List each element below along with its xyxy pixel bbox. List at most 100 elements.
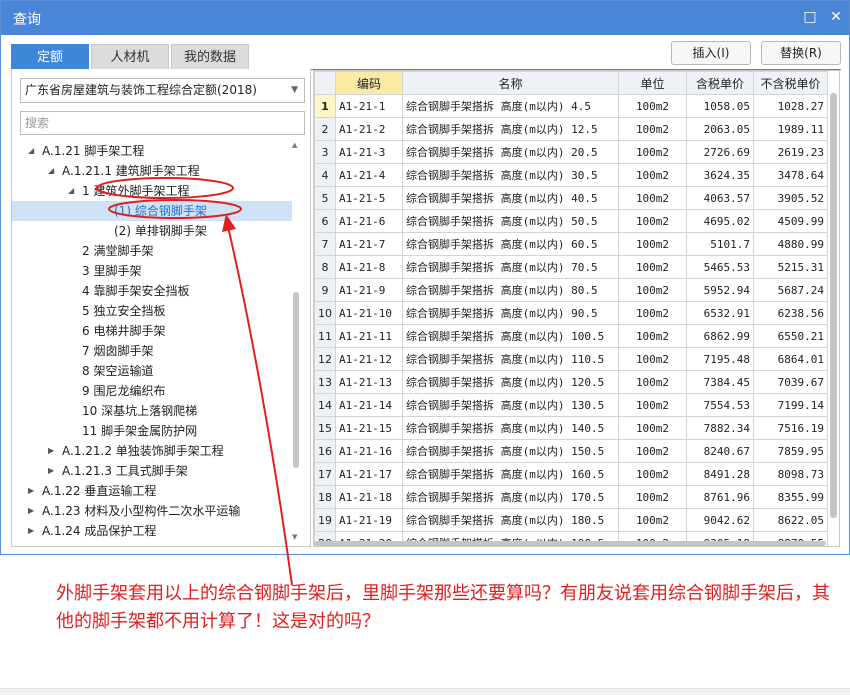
table-row[interactable]: 7 A1-21-7 综合钢脚手架搭拆 高度(m以内) 60.5 100m2 5101.7… [314, 232, 828, 256]
table-row[interactable]: 6 A1-21-6 综合钢脚手架搭拆 高度(m以内) 50.5 100m2 4695.0… [314, 209, 828, 233]
tree-node-label: A.1.21.3 工具式脚手架 [62, 464, 188, 478]
tree-node-label: 5 独立安全挡板 [82, 304, 166, 318]
tax-price-cell: 9042.62 [686, 508, 754, 532]
close-icon[interactable]: ✕ [827, 8, 845, 26]
tree-node[interactable]: 10 深基坑上落钢爬梯 [12, 401, 292, 421]
tree-node[interactable]: 3 里脚手架 [12, 261, 292, 281]
code-cell: A1-21-8 [335, 255, 403, 279]
notax-price-cell: 1028.27 [753, 94, 828, 118]
code-cell: A1-21-17 [335, 462, 403, 486]
table-row[interactable]: 14 A1-21-14 综合钢脚手架搭拆 高度(m以内) 130.5 100m2 755… [314, 393, 828, 417]
collapse-triangle-icon[interactable]: ▶ [28, 501, 38, 521]
table-row[interactable]: 11 A1-21-11 综合钢脚手架搭拆 高度(m以内) 100.5 100m2 686… [314, 324, 828, 348]
tax-price-cell: 4695.02 [686, 209, 754, 233]
tax-price-cell: 8491.28 [686, 462, 754, 486]
quota-table: 编码 名称 单位 含税单价 不含税单价 1 A1-21-1 综合钢脚手架搭拆 高度(… [314, 71, 828, 546]
tree-node[interactable]: 2 满堂脚手架 [12, 241, 292, 261]
insert-button[interactable]: 插入(I) [671, 41, 751, 65]
tree-node-label: 6 电梯井脚手架 [82, 324, 166, 338]
code-cell: A1-21-1 [335, 94, 403, 118]
scroll-down-icon[interactable]: ▼ [292, 533, 297, 541]
tree-node[interactable]: ▶ A.1.21.3 工具式脚手架 [12, 461, 292, 481]
table-row[interactable]: 5 A1-21-5 综合钢脚手架搭拆 高度(m以内) 40.5 100m2 4063.5… [314, 186, 828, 210]
tab-labor-material-machine[interactable]: 人材机 [91, 44, 169, 70]
tax-price-cell: 7554.53 [686, 393, 754, 417]
table-row[interactable]: 9 A1-21-9 综合钢脚手架搭拆 高度(m以内) 80.5 100m2 5952.9… [314, 278, 828, 302]
title-bar[interactable]: 查询 □ ✕ [1, 1, 849, 35]
table-row[interactable]: 2 A1-21-2 综合钢脚手架搭拆 高度(m以内) 12.5 100m2 2063.0… [314, 117, 828, 141]
table-row[interactable]: 17 A1-21-17 综合钢脚手架搭拆 高度(m以内) 160.5 100m2 849… [314, 462, 828, 486]
grid-scrollbar[interactable] [828, 71, 839, 541]
header-notax-price[interactable]: 不含税单价 [753, 71, 828, 95]
tree-node[interactable]: 7 烟囱脚手架 [12, 341, 292, 361]
header-code[interactable]: 编码 [335, 71, 403, 95]
grid-hscrollbar[interactable] [314, 540, 826, 547]
tree-node[interactable]: ◢ 1 建筑外脚手架工程 [12, 181, 292, 201]
expand-triangle-icon[interactable]: ◢ [28, 141, 38, 161]
tree-node[interactable]: 4 靠脚手架安全挡板 [12, 281, 292, 301]
search-input[interactable]: 搜索 [20, 111, 305, 135]
header-name[interactable]: 名称 [402, 71, 619, 95]
expand-triangle-icon[interactable]: ◢ [68, 181, 78, 201]
table-row[interactable]: 10 A1-21-10 综合钢脚手架搭拆 高度(m以内) 90.5 100m2 6532… [314, 301, 828, 325]
table-row[interactable]: 19 A1-21-19 综合钢脚手架搭拆 高度(m以内) 180.5 100m2 904… [314, 508, 828, 532]
collapse-triangle-icon[interactable]: ▶ [48, 461, 58, 481]
notax-price-cell: 3478.64 [753, 163, 828, 187]
table-row[interactable]: 18 A1-21-18 综合钢脚手架搭拆 高度(m以内) 170.5 100m2 876… [314, 485, 828, 509]
tree-node[interactable]: 8 架空运输道 [12, 361, 292, 381]
unit-cell: 100m2 [618, 508, 687, 532]
table-row[interactable]: 8 A1-21-8 综合钢脚手架搭拆 高度(m以内) 70.5 100m2 5465.5… [314, 255, 828, 279]
header-unit[interactable]: 单位 [618, 71, 687, 95]
replace-button[interactable]: 替换(R) [761, 41, 841, 65]
name-cell: 综合钢脚手架搭拆 高度(m以内) 180.5 [402, 508, 619, 532]
code-cell: A1-21-4 [335, 163, 403, 187]
table-row[interactable]: 4 A1-21-4 综合钢脚手架搭拆 高度(m以内) 30.5 100m2 3624.3… [314, 163, 828, 187]
grid-hscroll-thumb[interactable] [314, 541, 826, 546]
tree-node[interactable]: ◢ A.1.21 脚手架工程 [12, 141, 292, 161]
table-row[interactable]: 3 A1-21-3 综合钢脚手架搭拆 高度(m以内) 20.5 100m2 2726.6… [314, 140, 828, 164]
table-row[interactable]: 1 A1-21-1 综合钢脚手架搭拆 高度(m以内) 4.5 100m2 1058.05… [314, 94, 828, 118]
unit-cell: 100m2 [618, 485, 687, 509]
collapse-triangle-icon[interactable]: ▶ [48, 441, 58, 461]
tree-node-label: A.1.22 垂直运输工程 [42, 484, 157, 498]
grid-scroll-thumb[interactable] [830, 93, 837, 518]
tree-node[interactable]: 9 围尼龙编织布 [12, 381, 292, 401]
table-row[interactable]: 12 A1-21-12 综合钢脚手架搭拆 高度(m以内) 110.5 100m2 719… [314, 347, 828, 371]
tree-node[interactable]: 6 电梯井脚手架 [12, 321, 292, 341]
code-cell: A1-21-7 [335, 232, 403, 256]
table-row[interactable]: 16 A1-21-16 综合钢脚手架搭拆 高度(m以内) 150.5 100m2 824… [314, 439, 828, 463]
collapse-triangle-icon[interactable]: ▶ [28, 541, 38, 543]
tree-node-label: 2 满堂脚手架 [82, 244, 154, 258]
row-number-cell: 14 [314, 393, 336, 417]
tree-node[interactable]: ◢ A.1.21.1 建筑脚手架工程 [12, 161, 292, 181]
restore-icon[interactable]: □ [801, 8, 819, 26]
tree-node[interactable]: ▶ A.1.21.2 单独装饰脚手架工程 [12, 441, 292, 461]
annotation-question: 外脚手架套用以上的综合钢脚手架后，里脚手架那些还要算吗？有朋友说套用综合钢脚手架… [56, 583, 830, 632]
tree-node[interactable]: 11 脚手架金属防护网 [12, 421, 292, 441]
unit-cell: 100m2 [618, 416, 687, 440]
tree-node[interactable]: (2) 单排钢脚手架 [12, 221, 292, 241]
collapse-triangle-icon[interactable]: ▶ [28, 481, 38, 501]
header-tax-price[interactable]: 含税单价 [686, 71, 754, 95]
tree-node[interactable]: ▶ A.1.25 其他措施项目 [12, 541, 292, 543]
collapse-triangle-icon[interactable]: ▶ [28, 521, 38, 541]
tree-node[interactable]: ▶ A.1.22 垂直运输工程 [12, 481, 292, 501]
header-rownum [314, 71, 336, 95]
library-select[interactable]: 广东省房屋建筑与装饰工程综合定额(2018) ▼ [20, 78, 305, 103]
tree-node[interactable]: 5 独立安全挡板 [12, 301, 292, 321]
tab-my-data[interactable]: 我的数据 [171, 44, 249, 70]
tree-node[interactable]: ▶ A.1.23 材料及小型构件二次水平运输 [12, 501, 292, 521]
tree-scroll-thumb[interactable] [293, 292, 299, 468]
table-row[interactable]: 15 A1-21-15 综合钢脚手架搭拆 高度(m以内) 140.5 100m2 788… [314, 416, 828, 440]
table-row[interactable]: 13 A1-21-13 综合钢脚手架搭拆 高度(m以内) 120.5 100m2 738… [314, 370, 828, 394]
scroll-up-icon[interactable]: ▲ [292, 141, 297, 149]
tax-price-cell: 7195.48 [686, 347, 754, 371]
expand-triangle-icon[interactable]: ◢ [48, 161, 58, 181]
tree-node[interactable]: ▶ A.1.24 成品保护工程 [12, 521, 292, 541]
tree-scrollbar[interactable]: ▲ ▼ [291, 141, 301, 543]
tab-quota[interactable]: 定额 [11, 44, 89, 70]
chevron-down-icon[interactable]: ▼ [291, 79, 298, 102]
notax-price-cell: 2619.23 [753, 140, 828, 164]
tree-node[interactable]: (1) 综合钢脚手架 [12, 201, 292, 221]
row-number-cell: 11 [314, 324, 336, 348]
